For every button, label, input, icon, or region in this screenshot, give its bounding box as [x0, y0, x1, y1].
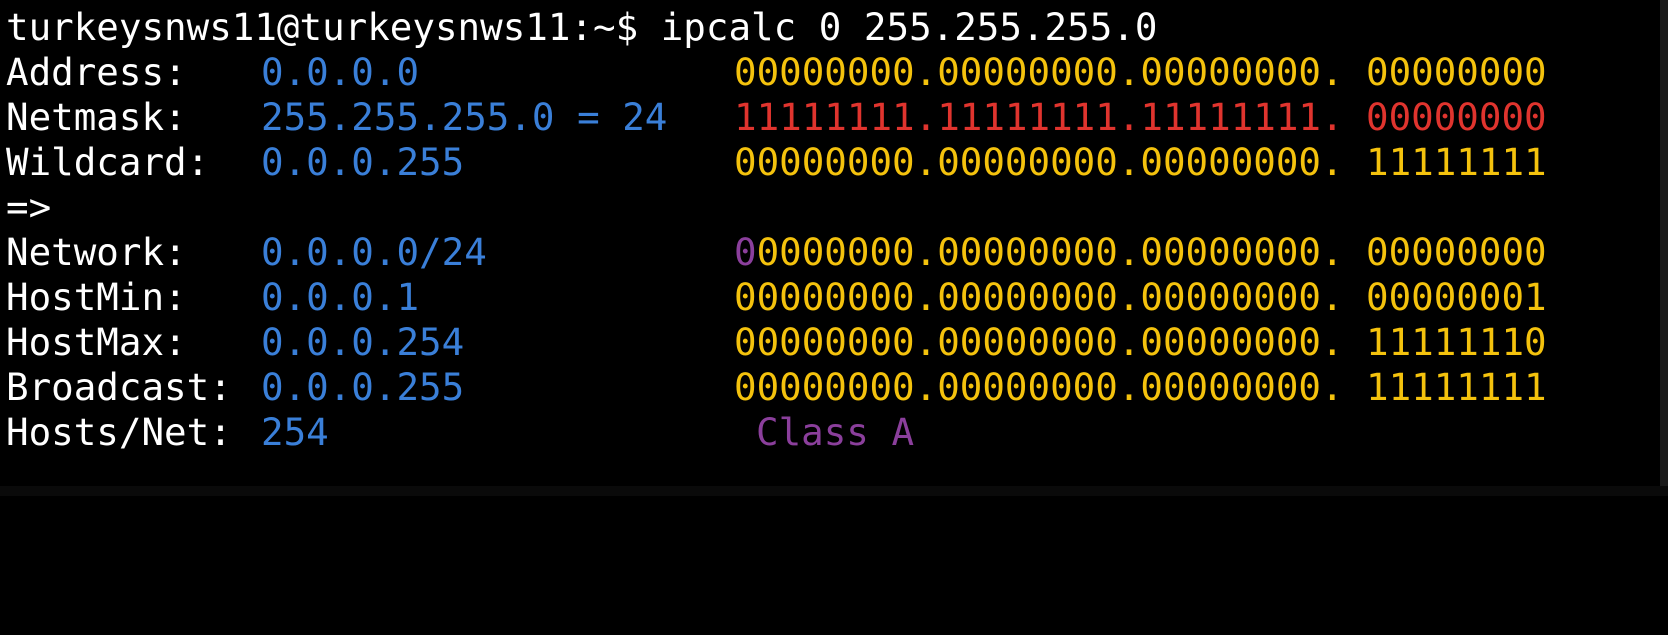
window-edge-bottom [0, 486, 1668, 496]
network-row: Network: 0.0.0.0/24 00000000.00000000.00… [6, 230, 1668, 275]
wildcard-label: Wildcard: [6, 140, 210, 184]
address-binary-prefix: 00000000.00000000.00000000. [734, 50, 1344, 94]
broadcast-value: 0.0.0.255 [261, 365, 465, 409]
hostmax-label: HostMax: [6, 320, 187, 364]
network-label: Network: [6, 230, 187, 274]
netmask-row: Netmask: 255.255.255.0 = 24 11111111.111… [6, 95, 1668, 140]
address-label: Address: [6, 50, 187, 94]
address-binary-host: 00000000 [1366, 50, 1547, 94]
hostmax-binary-prefix: 00000000.00000000.00000000. [734, 320, 1344, 364]
hosts-row: Hosts/Net: 254 Class A [6, 410, 1668, 455]
network-class-bit: 0 [734, 230, 757, 274]
window-edge-right [1660, 0, 1668, 496]
netmask-binary-prefix: 11111111.11111111.11111111. [734, 95, 1344, 139]
hostmin-label: HostMin: [6, 275, 187, 319]
hostmin-binary-host: 00000001 [1366, 275, 1547, 319]
hosts-value: 254 [261, 410, 329, 454]
shell-prompt-command: turkeysnws11@turkeysnws11:~$ ipcalc 0 25… [6, 5, 1158, 49]
wildcard-row: Wildcard: 0.0.0.255 00000000.00000000.00… [6, 140, 1668, 185]
netmask-label: Netmask: [6, 95, 187, 139]
broadcast-binary-host: 11111111 [1366, 365, 1547, 409]
hostmax-binary-host: 11111110 [1366, 320, 1547, 364]
hostmin-binary-prefix: 00000000.00000000.00000000. [734, 275, 1344, 319]
network-value: 0.0.0.0/24 [261, 230, 487, 274]
class-label: Class A [756, 410, 915, 454]
hostmax-value: 0.0.0.254 [261, 320, 465, 364]
arrow-row: => [6, 185, 1668, 230]
network-binary-host: 00000000 [1366, 230, 1547, 274]
wildcard-binary-host: 11111111 [1366, 140, 1547, 184]
netmask-binary-host: 00000000 [1366, 95, 1547, 139]
broadcast-label: Broadcast: [6, 365, 232, 409]
address-row: Address: 0.0.0.0 00000000.00000000.00000… [6, 50, 1668, 95]
command-line: turkeysnws11@turkeysnws11:~$ ipcalc 0 25… [6, 5, 1668, 50]
hostmin-row: HostMin: 0.0.0.1 00000000.00000000.00000… [6, 275, 1668, 320]
wildcard-binary-prefix: 00000000.00000000.00000000. [734, 140, 1344, 184]
address-value: 0.0.0.0 [261, 50, 420, 94]
terminal-window[interactable]: turkeysnws11@turkeysnws11:~$ ipcalc 0 25… [0, 0, 1668, 496]
broadcast-row: Broadcast: 0.0.0.255 00000000.00000000.0… [6, 365, 1668, 410]
hostmax-row: HostMax: 0.0.0.254 00000000.00000000.000… [6, 320, 1668, 365]
wildcard-value: 0.0.0.255 [261, 140, 465, 184]
network-binary-rest: 0000000.00000000.00000000. [756, 230, 1344, 274]
hosts-label: Hosts/Net: [6, 410, 232, 454]
hostmin-value: 0.0.0.1 [261, 275, 420, 319]
broadcast-binary-prefix: 00000000.00000000.00000000. [734, 365, 1344, 409]
arrow-symbol: => [6, 185, 52, 229]
netmask-value: 255.255.255.0 = 24 [261, 95, 668, 139]
network-binary-prefix: 00000000.00000000.00000000. [734, 230, 1344, 275]
